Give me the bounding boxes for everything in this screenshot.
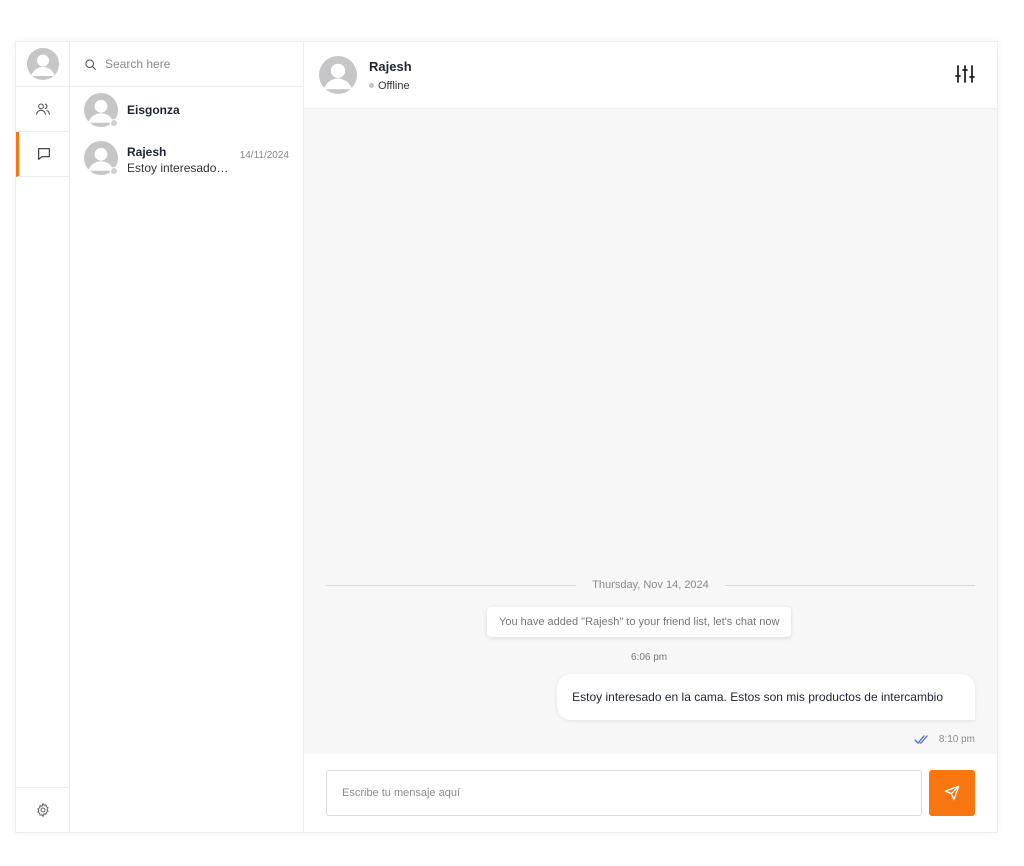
double-check-icon — [914, 734, 928, 744]
filter-button[interactable] — [955, 65, 975, 87]
contact-avatar[interactable] — [319, 56, 357, 94]
nav-rail — [16, 42, 70, 832]
status-dot — [369, 83, 374, 88]
contact-status: Offline — [369, 80, 412, 92]
message-area[interactable]: Thursday, Nov 14, 2024 You have added "R… — [304, 109, 997, 754]
contact-name: Rajesh — [369, 58, 412, 74]
send-button[interactable] — [929, 770, 975, 816]
user-avatar-icon — [26, 48, 59, 80]
send-icon — [944, 785, 960, 801]
conversation-list-panel: Eisgonza Rajesh Estoy interesado en la c… — [70, 42, 304, 832]
avatar — [84, 141, 118, 175]
message-input[interactable] — [326, 770, 922, 816]
system-message: You have added "Rajesh" to your friend l… — [487, 607, 792, 637]
search-bar — [70, 42, 303, 87]
conversation-name: Eisgonza — [127, 102, 180, 117]
conversation-preview: Estoy interesado en la cama. Estos son m… — [127, 161, 231, 175]
chat-main: Rajesh Offline Thursday, Nov 14, 2024 Yo… — [304, 42, 997, 832]
conversation-item-rajesh[interactable]: Rajesh Estoy interesado en la cama. Esto… — [70, 132, 303, 177]
search-input[interactable] — [105, 57, 285, 71]
search-icon — [85, 58, 96, 70]
message-bubble[interactable]: Estoy interesado en la cama. Estos son m… — [557, 674, 975, 720]
sliders-icon — [955, 65, 975, 83]
status-indicator — [110, 118, 118, 127]
date-separator-label: Thursday, Nov 14, 2024 — [592, 579, 709, 591]
nav-contacts-button[interactable] — [16, 87, 69, 132]
chat-header: Rajesh Offline — [304, 42, 997, 109]
profile-avatar[interactable] — [16, 42, 69, 87]
gear-icon — [36, 802, 49, 818]
settings-button[interactable] — [16, 787, 69, 832]
status-indicator — [110, 167, 118, 175]
system-message-time: 6:06 pm — [631, 652, 668, 663]
nav-chats-button[interactable] — [16, 132, 69, 177]
avatar — [84, 92, 118, 127]
message-time: 8:10 pm — [938, 734, 975, 745]
message-square-icon — [38, 148, 50, 160]
date-separator: Thursday, Nov 14, 2024 — [326, 579, 975, 591]
chat-app: Eisgonza Rajesh Estoy interesado en la c… — [15, 41, 998, 833]
users-icon — [35, 103, 50, 115]
user-avatar-icon — [319, 56, 357, 94]
conversation-name: Rajesh — [127, 145, 167, 159]
conversation-item-eisgonza[interactable]: Eisgonza — [70, 87, 303, 132]
contact-status-text: Offline — [378, 79, 410, 92]
conversation-date: 14/11/2024 — [239, 150, 289, 161]
message-meta: 8:10 pm — [914, 734, 975, 745]
composer — [304, 754, 997, 832]
